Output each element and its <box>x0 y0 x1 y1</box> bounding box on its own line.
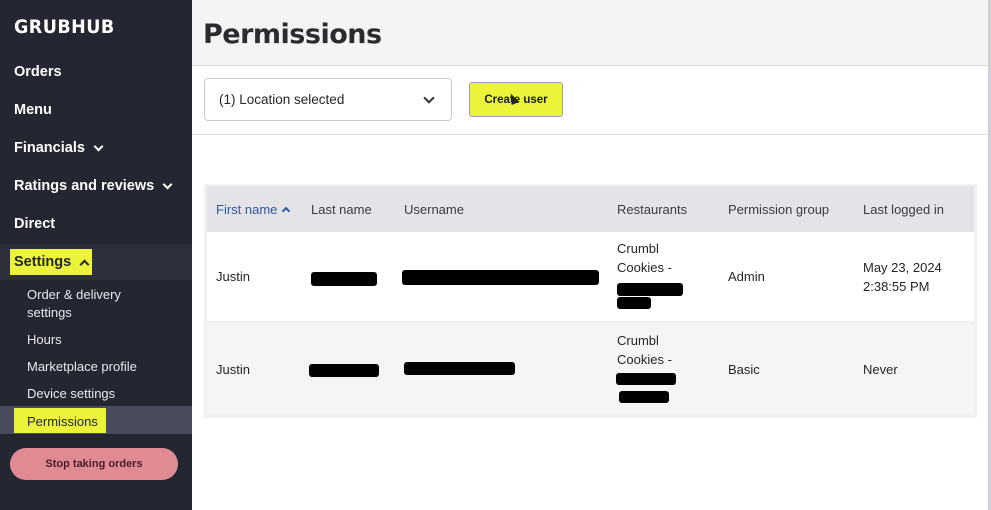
cell-restaurant-line2: Cookies - <box>617 260 672 275</box>
cell-restaurant-line1: Crumbl <box>617 241 659 256</box>
location-select-value: (1) Location selected <box>219 92 345 107</box>
chevron-down-icon <box>423 92 435 104</box>
sidebar-item-label: Ratings and reviews <box>14 178 155 194</box>
sort-ascending-icon <box>282 206 291 216</box>
redacted-last-name <box>311 272 377 286</box>
sidebar: GRUBHUB Orders Menu Financials Ratings a… <box>0 0 192 510</box>
sidebar-item-menu[interactable]: Menu <box>14 102 52 118</box>
table-row[interactable]: Justin Crumbl Cookies - Basic Never <box>207 324 974 413</box>
cell-permission-group: Admin <box>728 269 765 284</box>
cell-permission-group: Basic <box>728 362 760 377</box>
redacted-username <box>404 362 515 375</box>
stop-taking-orders-button[interactable]: Stop taking orders <box>10 448 178 480</box>
cell-first-name: Justin <box>216 362 250 377</box>
redacted-restaurant <box>617 297 651 309</box>
redacted-restaurant <box>617 283 683 296</box>
cell-last-login-time: 2:38:55 PM <box>863 279 930 294</box>
redacted-username <box>402 270 599 285</box>
sidebar-item-settings[interactable]: Settings <box>14 254 90 270</box>
redacted-last-name <box>309 364 379 377</box>
chevron-down-icon <box>162 179 173 189</box>
sidebar-subitem-device-settings[interactable]: Device settings <box>27 385 115 403</box>
cell-last-login: Never <box>863 362 898 377</box>
grubhub-logo[interactable]: GRUBHUB <box>14 16 115 38</box>
sidebar-item-label: Settings <box>14 254 72 270</box>
sidebar-item-orders[interactable]: Orders <box>14 64 62 80</box>
location-select[interactable]: (1) Location selected <box>204 78 452 121</box>
redacted-restaurant <box>616 373 676 385</box>
sidebar-subitem-marketplace-profile[interactable]: Marketplace profile <box>27 358 137 376</box>
page-title: Permissions <box>203 19 382 50</box>
cell-restaurant-line2: Cookies - <box>617 352 672 367</box>
column-header-permission-group[interactable]: Permission group <box>728 202 829 217</box>
main-content: Permissions (1) Location selected Create… <box>192 0 991 510</box>
sidebar-subitem-permissions[interactable]: Permissions <box>27 413 98 431</box>
cell-restaurant-line1: Crumbl <box>617 333 659 348</box>
cell-first-name: Justin <box>216 269 250 284</box>
sidebar-item-ratings[interactable]: Ratings and reviews <box>14 178 173 194</box>
column-header-last-logged-in[interactable]: Last logged in <box>863 202 944 217</box>
toolbar-divider <box>192 134 991 135</box>
column-header-first-name[interactable]: First name <box>216 202 291 217</box>
table-row[interactable]: Justin Crumbl Cookies - Admin May 23, 20… <box>207 232 974 321</box>
cell-last-login-date: May 23, 2024 <box>863 260 942 275</box>
column-header-last-name[interactable]: Last name <box>311 202 372 217</box>
page-header: Permissions <box>192 0 991 66</box>
table-header-row: First name Last name Username Restaurant… <box>207 186 974 232</box>
sidebar-item-label: Menu <box>14 102 52 118</box>
users-table: First name Last name Username Restaurant… <box>204 184 977 418</box>
chevron-down-icon <box>93 141 104 151</box>
sidebar-item-label: Direct <box>14 216 56 232</box>
sidebar-item-label: Orders <box>14 64 62 80</box>
sidebar-item-financials[interactable]: Financials <box>14 140 104 156</box>
sidebar-item-direct[interactable]: Direct <box>14 216 55 232</box>
sidebar-item-label: Financials <box>14 140 85 156</box>
sidebar-subitem-hours[interactable]: Hours <box>27 331 62 349</box>
sidebar-subitem-order-delivery[interactable]: Order & delivery settings <box>27 286 147 322</box>
redacted-restaurant <box>619 391 669 403</box>
column-header-username[interactable]: Username <box>404 202 464 217</box>
chevron-up-icon <box>79 259 90 269</box>
column-header-restaurants[interactable]: Restaurants <box>617 202 687 217</box>
